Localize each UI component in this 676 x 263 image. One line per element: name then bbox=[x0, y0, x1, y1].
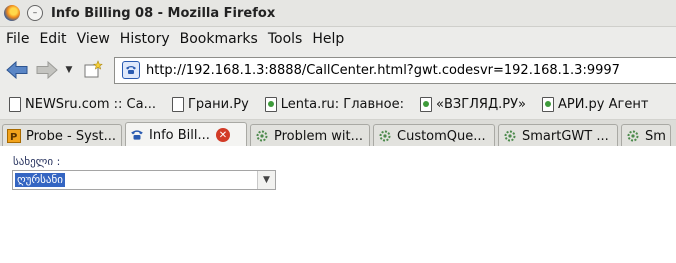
tab-problem[interactable]: Problem wit... bbox=[250, 124, 370, 147]
tab-info-billing[interactable]: Info Bill... ✕ bbox=[125, 122, 247, 147]
tab-label: Probe - Syst... bbox=[26, 128, 117, 144]
tab-smartgwt-2[interactable]: Sma bbox=[621, 124, 671, 147]
close-tab-icon[interactable]: ✕ bbox=[215, 128, 230, 142]
svg-text:P: P bbox=[10, 132, 17, 143]
menu-tools[interactable]: Tools bbox=[263, 31, 308, 47]
gear-icon bbox=[378, 129, 392, 143]
tab-bar: P Probe - Syst... Info Bill... ✕ Problem… bbox=[0, 120, 676, 148]
tab-label: SmartGWT ... bbox=[522, 128, 609, 144]
phone-icon bbox=[122, 61, 140, 79]
gear-icon bbox=[255, 129, 269, 143]
back-button[interactable] bbox=[4, 57, 30, 83]
select-value: ღურსანი bbox=[15, 173, 65, 187]
bookmark-label: Lenta.ru: Главное: bbox=[280, 96, 405, 112]
page-content: სახელი : ღურსანი ▼ bbox=[0, 146, 676, 263]
gear-icon bbox=[503, 129, 517, 143]
bookmark-label: «ВЗГЛЯД.РУ» bbox=[436, 96, 526, 112]
url-bar[interactable]: http://192.168.1.3:8888/CallCenter.html?… bbox=[114, 56, 676, 84]
tab-smartgwt[interactable]: SmartGWT ... bbox=[498, 124, 618, 147]
bookmark-item[interactable]: Грани.Ру bbox=[172, 96, 249, 112]
bookmark-label: NEWSru.com :: Са... bbox=[25, 96, 156, 112]
tab-probe[interactable]: P Probe - Syst... bbox=[2, 124, 122, 147]
menu-file[interactable]: File bbox=[2, 31, 34, 47]
page-icon bbox=[541, 96, 554, 112]
name-select[interactable]: ღურსანი ▼ bbox=[12, 170, 276, 190]
page-icon bbox=[420, 96, 433, 112]
navigation-toolbar: ▼ http://192.168.1.3:8888/CallCenter.htm… bbox=[0, 51, 676, 89]
tab-label: Info Bill... bbox=[149, 127, 210, 143]
menu-history[interactable]: History bbox=[115, 31, 175, 47]
title-bar: – Info Billing 08 - Mozilla Firefox bbox=[0, 0, 676, 27]
page-icon bbox=[264, 96, 277, 112]
menu-edit[interactable]: Edit bbox=[34, 31, 71, 47]
forward-button[interactable] bbox=[34, 57, 60, 83]
history-dropdown-icon[interactable]: ▼ bbox=[62, 60, 76, 80]
bookmark-label: Грани.Ру bbox=[188, 96, 249, 112]
bookmark-label: АРИ.ру Агент bbox=[557, 96, 649, 112]
url-text[interactable]: http://192.168.1.3:8888/CallCenter.html?… bbox=[146, 63, 620, 78]
tab-label: CustomQue... bbox=[397, 128, 486, 144]
bookmark-page-icon[interactable] bbox=[82, 58, 104, 82]
gear-icon bbox=[626, 129, 640, 143]
menu-view[interactable]: View bbox=[72, 31, 115, 47]
name-field-label: სახელი : bbox=[13, 155, 61, 168]
bookmark-item[interactable]: NEWSru.com :: Са... bbox=[9, 96, 156, 112]
chevron-down-icon[interactable]: ▼ bbox=[257, 171, 275, 189]
page-icon bbox=[9, 96, 21, 112]
phone-icon bbox=[130, 128, 144, 142]
window-minimize-icon[interactable]: – bbox=[27, 5, 43, 21]
menu-bar: File Edit View History Bookmarks Tools H… bbox=[0, 27, 676, 51]
back-arrow-icon bbox=[6, 61, 28, 79]
menu-help[interactable]: Help bbox=[307, 31, 349, 47]
tab-customque[interactable]: CustomQue... bbox=[373, 124, 495, 147]
page-icon bbox=[172, 96, 184, 112]
browser-chrome: – Info Billing 08 - Mozilla Firefox File… bbox=[0, 0, 676, 148]
bookmarks-toolbar: NEWSru.com :: Са... Грани.Ру Lenta.ru: Г… bbox=[0, 89, 676, 120]
bookmark-item[interactable]: Lenta.ru: Главное: bbox=[264, 96, 405, 112]
bookmark-item[interactable]: АРИ.ру Агент bbox=[541, 96, 649, 112]
firefox-logo-icon bbox=[4, 5, 20, 21]
tab-label: Sma bbox=[645, 128, 666, 144]
probe-icon: P bbox=[7, 129, 21, 143]
forward-arrow-icon bbox=[36, 61, 58, 79]
window-title: Info Billing 08 - Mozilla Firefox bbox=[51, 5, 276, 21]
tab-label: Problem wit... bbox=[274, 128, 364, 144]
menu-bookmarks[interactable]: Bookmarks bbox=[175, 31, 263, 47]
bookmark-item[interactable]: «ВЗГЛЯД.РУ» bbox=[420, 96, 526, 112]
